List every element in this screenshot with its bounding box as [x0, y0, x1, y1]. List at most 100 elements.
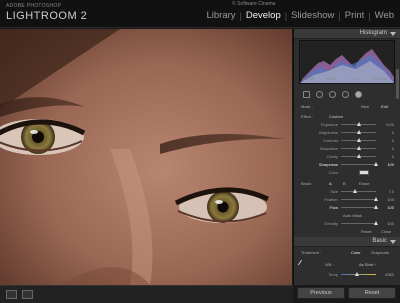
treatment-row: Treatment : Color Grayscale — [299, 249, 396, 256]
basic-title: Basic — [372, 238, 387, 244]
reset-button[interactable]: Reset — [348, 287, 396, 299]
treatment-color-button[interactable]: Color — [351, 249, 361, 256]
auto-mask-row[interactable]: Auto Mask — [299, 212, 396, 219]
slider-track[interactable] — [341, 189, 376, 193]
slider-label: Clarity — [326, 154, 338, 159]
slider-track[interactable] — [341, 162, 378, 166]
graduated-filter-tool-icon[interactable] — [342, 90, 349, 98]
eyedropper-icon[interactable] — [297, 259, 307, 269]
module-picker: Library | Develop | Slideshow | Print | … — [202, 10, 398, 21]
slider-row-size[interactable]: Size 7.0 — [299, 188, 396, 195]
histogram-header[interactable]: Histogram — [294, 29, 400, 39]
slider-track[interactable] — [341, 154, 376, 158]
slider-knob[interactable] — [374, 197, 378, 201]
mask-row: Mask : New Edit — [299, 103, 396, 110]
histogram-aperture: f / 5.0 — [350, 77, 359, 81]
effect-label: Effect : — [301, 114, 314, 119]
wb-row: WB : As Shot ÷ — [297, 259, 396, 269]
slider-knob[interactable] — [374, 205, 378, 209]
slider-row-sharpness[interactable]: Sharpness 100 — [299, 161, 396, 168]
slider-value: 0 — [391, 138, 394, 143]
slider-label: Exposure — [321, 122, 338, 127]
before-after-view-icon[interactable] — [22, 290, 33, 299]
auto-mask-checkbox[interactable]: Auto Mask — [343, 212, 362, 219]
slider-track[interactable] — [341, 138, 376, 142]
slider-row-saturation[interactable]: Saturation 0 — [299, 145, 396, 152]
previous-button[interactable]: Previous — [297, 287, 345, 299]
color-swatch[interactable] — [359, 170, 369, 175]
slider-knob[interactable] — [355, 272, 359, 276]
slider-track[interactable] — [341, 146, 376, 150]
slider-value: 0.00 — [386, 122, 394, 127]
brush-erase-button[interactable]: Erase — [359, 180, 369, 187]
slider-value: 0 — [391, 146, 394, 151]
adjustment-brush-tool-icon[interactable] — [355, 90, 362, 98]
slider-knob[interactable] — [357, 154, 361, 158]
effect-preset-select[interactable]: Custom — [329, 113, 343, 120]
slider-value: 0 — [391, 130, 394, 135]
slider-row-temp[interactable]: Temp 4350 — [299, 271, 396, 278]
slider-knob[interactable] — [353, 189, 357, 193]
module-web[interactable]: Web — [371, 10, 398, 21]
slider-track[interactable] — [341, 205, 378, 209]
histogram-title: Histogram — [359, 30, 387, 36]
slider-knob[interactable] — [357, 146, 361, 150]
slider-label: Saturation — [319, 146, 338, 151]
photo-canvas[interactable] — [0, 29, 292, 285]
slider-knob[interactable] — [357, 122, 361, 126]
top-bar: ADOBE PHOTOSHOP LIGHTROOM 2 © Software C… — [0, 0, 400, 28]
portrait-image — [0, 29, 292, 285]
spot-removal-tool-icon[interactable] — [316, 90, 323, 98]
panel-scrollbar[interactable] — [396, 69, 399, 99]
basic-header[interactable]: Basic — [294, 237, 400, 247]
mask-new-button[interactable]: New — [361, 103, 369, 110]
slider-track[interactable] — [341, 272, 376, 276]
slider-label: Color — [328, 170, 338, 175]
red-eye-tool-icon[interactable] — [329, 90, 336, 98]
slider-track[interactable] — [341, 221, 378, 225]
slider-row-exposure[interactable]: Exposure 0.00 — [299, 121, 396, 128]
crop-tool-icon[interactable] — [303, 90, 310, 98]
treatment-grayscale-button[interactable]: Grayscale — [371, 249, 389, 256]
slider-knob[interactable] — [374, 221, 378, 225]
module-library[interactable]: Library — [202, 10, 239, 21]
reset-link[interactable]: Reset — [361, 228, 371, 235]
slider-track[interactable] — [341, 122, 376, 126]
slider-knob[interactable] — [374, 162, 378, 166]
tool-strip — [299, 89, 395, 99]
wb-select[interactable]: As Shot ÷ — [359, 261, 376, 268]
effect-row: Effect : Custom — [299, 113, 396, 120]
slider-row-density[interactable]: Density 100 — [299, 220, 396, 227]
module-develop[interactable]: Develop — [242, 10, 285, 21]
slider-label: Size — [330, 189, 338, 194]
app-brand: ADOBE PHOTOSHOP LIGHTROOM 2 — [6, 4, 87, 22]
close-link[interactable]: Close — [381, 228, 391, 235]
bottom-toolbar — [0, 285, 293, 303]
slider-row-feather[interactable]: Feather 100 — [299, 196, 396, 203]
brush-a-button[interactable]: A — [329, 180, 332, 187]
slider-value: 100 — [387, 197, 394, 202]
slider-row-brightness[interactable]: Brightness 0 — [299, 129, 396, 136]
brush-label: Brush : — [301, 181, 314, 186]
slider-track[interactable] — [341, 130, 376, 134]
histogram-shutter: 1/125 sec — [372, 77, 388, 81]
slider-value: 100 — [387, 221, 394, 226]
slider-row-flow[interactable]: Flow 100 — [299, 204, 396, 211]
slider-label: Feather — [324, 197, 338, 202]
slider-knob[interactable] — [357, 138, 361, 142]
collapse-triangle-icon — [390, 32, 396, 36]
slider-row-color[interactable]: Color — [299, 169, 396, 176]
slider-knob[interactable] — [357, 130, 361, 134]
mask-edit-button[interactable]: Edit — [381, 103, 388, 110]
brush-b-button[interactable]: B — [343, 180, 346, 187]
wb-label: WB : — [325, 262, 334, 267]
slider-value: 100 — [387, 162, 394, 167]
module-slideshow[interactable]: Slideshow — [287, 10, 338, 21]
slider-row-contrast[interactable]: Contrast 0 — [299, 137, 396, 144]
reset-close-row: Reset Close — [299, 228, 396, 235]
slider-label: Density — [324, 221, 338, 226]
slider-row-clarity[interactable]: Clarity 0 — [299, 153, 396, 160]
module-print[interactable]: Print — [341, 10, 369, 21]
loupe-view-icon[interactable] — [6, 290, 17, 299]
slider-track[interactable] — [341, 197, 378, 201]
